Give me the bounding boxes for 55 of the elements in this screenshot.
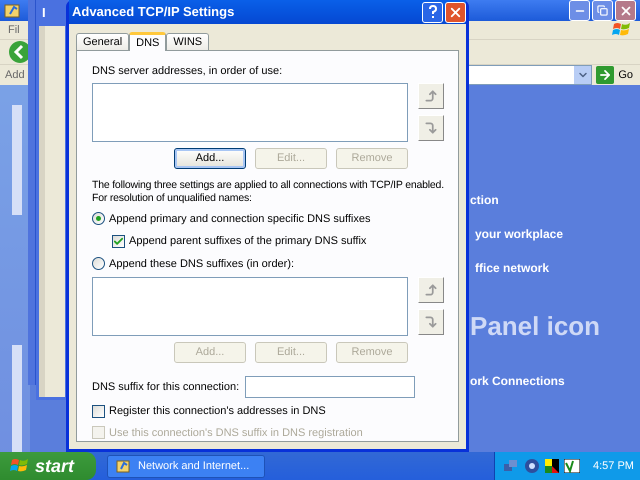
close-button[interactable] xyxy=(445,2,466,22)
down-arrow-icon xyxy=(424,120,438,134)
task-link[interactable]: your workplace xyxy=(470,225,640,243)
restore-icon xyxy=(597,5,608,16)
dns-suffix-field[interactable] xyxy=(245,376,416,398)
tab[interactable]: General xyxy=(76,33,130,50)
clock: 4:57 PM xyxy=(593,458,634,474)
radio-label: Append these DNS suffixes (in order): xyxy=(109,256,294,272)
minimize-button[interactable] xyxy=(569,0,590,21)
radio-button[interactable] xyxy=(92,257,105,270)
up-arrow-icon xyxy=(424,88,438,102)
checkbox-label: Use this connection's DNS suffix in DNS registration xyxy=(109,426,363,440)
heading-text: Panel icon xyxy=(470,310,602,343)
tab[interactable]: DNS xyxy=(129,32,166,51)
down-arrow-icon xyxy=(424,315,438,329)
disc-icon[interactable] xyxy=(524,458,540,474)
go-button[interactable]: Go xyxy=(594,65,635,85)
field-label: DNS server addresses, in order of use: xyxy=(92,64,284,79)
radio-button[interactable] xyxy=(92,212,105,226)
task-link[interactable]: ction xyxy=(470,191,640,209)
dns-server-list[interactable] xyxy=(92,82,408,142)
start-button[interactable]: start xyxy=(0,452,96,480)
move-down-button[interactable] xyxy=(418,114,444,140)
colored-square-icon[interactable] xyxy=(545,459,559,473)
check-icon xyxy=(113,236,124,247)
checkbox-label: Append parent suffixes of the primary DNS suffix xyxy=(129,234,366,249)
window-title: I xyxy=(42,4,46,22)
radio-label: Append primary and connection specific DNS suffixes xyxy=(109,212,370,226)
menu-item[interactable]: Fil xyxy=(8,22,20,38)
dialog-title: Advanced TCP/IP Settings xyxy=(72,3,234,22)
help-icon xyxy=(428,5,438,19)
checkbox-label: Register this connection's addresses in DNS xyxy=(109,404,326,419)
tab[interactable]: WINS xyxy=(166,33,210,50)
checkbox[interactable] xyxy=(112,234,125,248)
dialog-button[interactable]: Add... xyxy=(174,148,246,168)
folder-icon xyxy=(116,458,132,474)
close-icon xyxy=(618,4,632,18)
help-button[interactable] xyxy=(422,2,443,22)
address-label: Add xyxy=(5,68,25,83)
network-icon[interactable] xyxy=(503,458,519,474)
up-arrow-icon xyxy=(424,283,438,297)
close-button[interactable] xyxy=(615,0,636,21)
task-link[interactable]: ffice network xyxy=(470,259,640,277)
description-text: The following three settings are applied to all connections with TCP/IP enabled. For resolution of unqualified names: xyxy=(92,178,444,204)
dropdown-button[interactable] xyxy=(574,66,592,84)
task-link[interactable]: ork Connections xyxy=(470,372,640,390)
move-up-button[interactable] xyxy=(418,82,444,108)
checkbox[interactable] xyxy=(92,404,105,418)
taskbar-button[interactable]: Network and Internet... xyxy=(107,454,265,478)
restore-button[interactable] xyxy=(592,0,613,21)
field-label: DNS suffix for this connection: xyxy=(92,380,240,395)
dns-suffix-list[interactable] xyxy=(92,277,408,336)
move-up-button[interactable] xyxy=(418,277,444,303)
move-down-button[interactable] xyxy=(418,309,444,335)
folder-icon xyxy=(4,2,22,20)
